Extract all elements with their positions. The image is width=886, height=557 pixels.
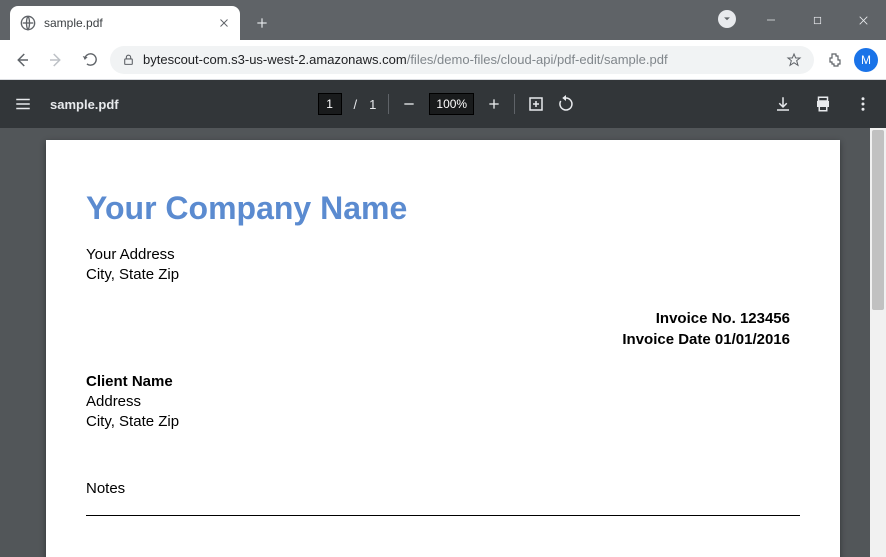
client-name: Client Name [86,372,800,392]
zoom-out-button[interactable] [401,96,417,112]
notes-label: Notes [86,480,800,497]
pdf-favicon-icon [20,15,36,31]
window-maximize-button[interactable] [794,0,840,40]
invoice-date-label: Invoice Date [622,331,715,348]
new-tab-button[interactable] [248,9,276,37]
address-bar[interactable]: bytescout-com.s3-us-west-2.amazonaws.com… [110,46,814,74]
nav-back-button[interactable] [8,46,36,74]
profile-avatar[interactable]: M [854,48,878,72]
page-current-input[interactable]: 1 [318,93,342,115]
pdf-filename: sample.pdf [50,97,119,112]
zoom-in-button[interactable] [486,96,502,112]
tab-close-icon[interactable] [218,17,230,29]
company-address-line1: Your Address [86,245,800,265]
print-button[interactable] [814,95,832,113]
browser-tab-active[interactable]: sample.pdf [10,6,240,40]
invoice-date-value: 01/01/2016 [715,331,790,348]
vertical-scrollbar[interactable] [870,128,886,557]
company-address: Your Address City, State Zip [86,245,800,286]
company-name: Your Company Name [86,190,800,227]
avatar-letter: M [861,53,871,67]
bookmark-star-icon[interactable] [786,52,802,68]
window-minimize-button[interactable] [748,0,794,40]
scrollbar-thumb[interactable] [872,130,884,310]
nav-forward-button[interactable] [42,46,70,74]
client-address-line2: City, State Zip [86,412,800,432]
client-address-line1: Address [86,392,800,412]
company-address-line2: City, State Zip [86,265,800,285]
divider [86,515,800,516]
separator [514,94,515,114]
invoice-no-value: 123456 [740,310,790,327]
zoom-level[interactable]: 100% [429,93,474,115]
browser-tabstrip: sample.pdf [0,0,886,40]
pdf-toolbar: sample.pdf 1 / 1 100% [0,80,886,128]
client-block: Client Name Address City, State Zip [86,372,800,433]
download-button[interactable] [774,95,792,113]
tab-title: sample.pdf [44,16,210,30]
pdf-page: Your Company Name Your Address City, Sta… [46,140,840,557]
lock-icon [122,53,135,66]
more-options-button[interactable] [854,95,872,113]
fit-page-button[interactable] [527,95,545,113]
window-controls [748,0,886,40]
browser-toolbar: bytescout-com.s3-us-west-2.amazonaws.com… [0,40,886,80]
window-close-button[interactable] [840,0,886,40]
nav-reload-button[interactable] [76,46,104,74]
extensions-icon[interactable] [820,46,848,74]
separator [388,94,389,114]
invoice-no-label: Invoice No. [656,310,740,327]
invoice-meta: Invoice No. 123456 Invoice Date 01/01/20… [86,308,800,350]
pdf-viewport[interactable]: Your Company Name Your Address City, Sta… [0,128,886,557]
page-total: 1 [369,97,376,112]
rotate-button[interactable] [557,95,575,113]
url-text: bytescout-com.s3-us-west-2.amazonaws.com… [143,52,778,67]
background-apps-icon[interactable] [718,10,736,28]
pdf-menu-icon[interactable] [14,95,32,113]
page-separator: / [354,97,358,112]
